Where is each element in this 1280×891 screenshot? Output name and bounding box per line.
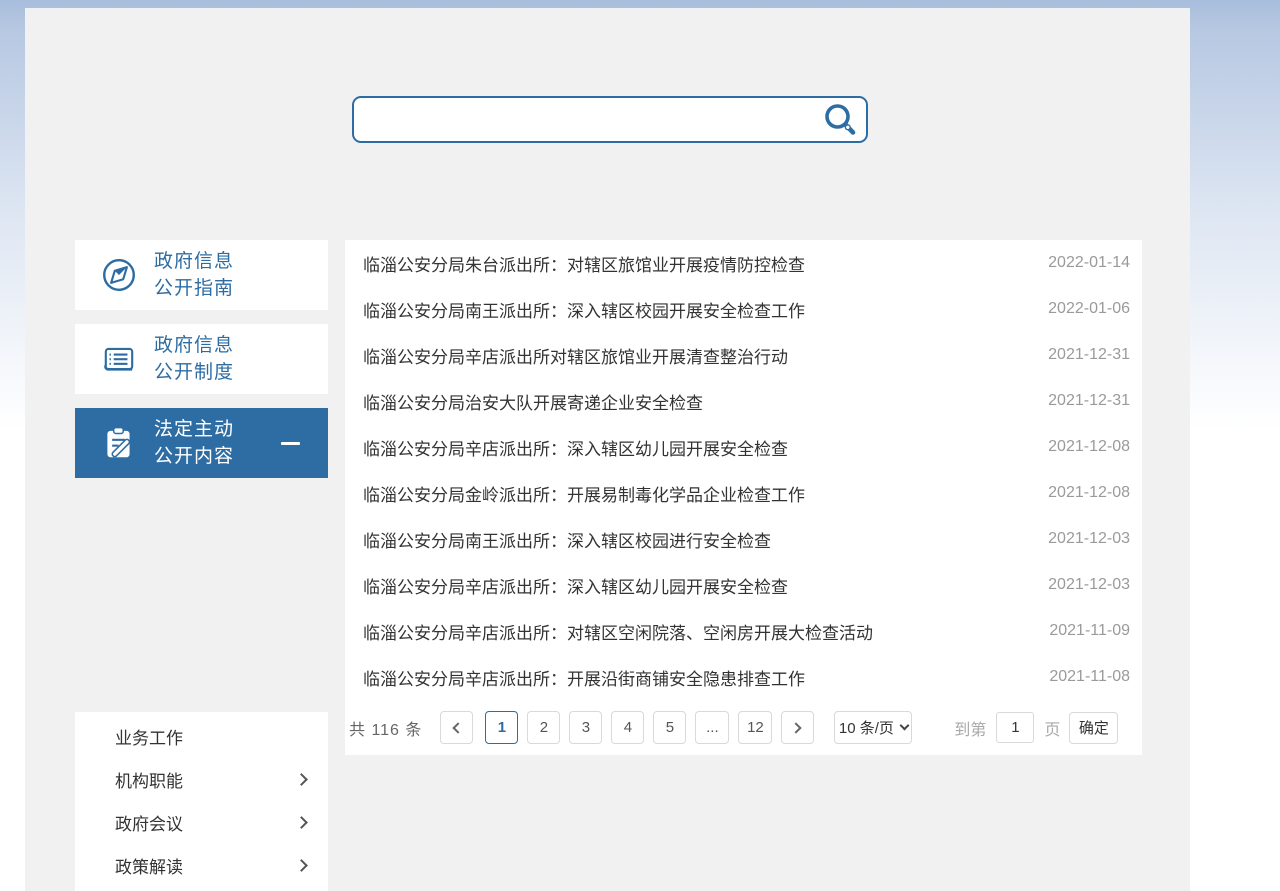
search-button[interactable] <box>814 98 866 141</box>
news-date: 2021-12-08 <box>1048 484 1130 502</box>
news-title[interactable]: 临淄公安分局金岭派出所：开展易制毒化学品企业检查工作 <box>363 481 805 506</box>
menu-item-gov-meetings[interactable]: 政府会议 <box>75 801 328 844</box>
news-row[interactable]: 临淄公安分局金岭派出所：开展易制毒化学品企业检查工作 2021-12-08 <box>345 470 1142 516</box>
sidebar-item-label: 政府信息 公开制度 <box>154 332 234 386</box>
news-row[interactable]: 临淄公安分局南王派出所：深入辖区校园开展安全检查工作 2022-01-06 <box>345 286 1142 332</box>
page-button-4[interactable]: 4 <box>611 711 644 744</box>
news-list: 临淄公安分局朱台派出所：对辖区旅馆业开展疫情防控检查 2022-01-14 临淄… <box>345 240 1142 755</box>
news-title[interactable]: 临淄公安分局朱台派出所：对辖区旅馆业开展疫情防控检查 <box>363 251 805 276</box>
news-row[interactable]: 临淄公安分局辛店派出所对辖区旅馆业开展清查整治行动 2021-12-31 <box>345 332 1142 378</box>
goto-page-suffix: 页 <box>1044 716 1060 740</box>
chevron-right-icon <box>791 722 802 733</box>
news-title[interactable]: 临淄公安分局辛店派出所：对辖区空闲院落、空闲房开展大检查活动 <box>363 619 873 644</box>
menu-item-label: 政府会议 <box>115 810 183 835</box>
news-title[interactable]: 临淄公安分局辛店派出所：深入辖区幼儿园开展安全检查 <box>363 435 788 460</box>
search-icon <box>822 102 858 138</box>
menu-item-major-decisions[interactable]: 重大行政决策 <box>75 887 328 891</box>
sidebar-item-label: 政府信息 公开指南 <box>154 248 234 302</box>
news-date: 2021-12-31 <box>1048 346 1130 364</box>
page-button-3[interactable]: 3 <box>569 711 602 744</box>
sidebar-item-label: 法定主动 公开内容 <box>154 416 234 470</box>
news-title[interactable]: 临淄公安分局辛店派出所：深入辖区幼儿园开展安全检查 <box>363 573 788 598</box>
pagination-bar: 共 116 条 1 2 3 4 5 ... 12 10 条/页 到第 页 确定 <box>345 700 1142 755</box>
chevron-right-icon <box>295 859 308 872</box>
news-row[interactable]: 临淄公安分局辛店派出所：对辖区空闲院落、空闲房开展大检查活动 2021-11-0… <box>345 608 1142 654</box>
news-title[interactable]: 临淄公安分局辛店派出所：开展沿街商铺安全隐患排查工作 <box>363 665 805 690</box>
news-title[interactable]: 临淄公安分局辛店派出所对辖区旅馆业开展清查整治行动 <box>363 343 788 368</box>
news-date: 2021-11-09 <box>1049 622 1130 640</box>
page-size-label: 10 条/页 <box>839 717 894 738</box>
news-row[interactable]: 临淄公安分局辛店派出所：深入辖区幼儿园开展安全检查 2021-12-03 <box>345 562 1142 608</box>
chevron-right-icon <box>295 773 308 786</box>
news-date: 2022-01-14 <box>1048 254 1130 272</box>
compass-icon <box>100 256 138 294</box>
menu-item-business-work[interactable]: 业务工作 <box>75 715 328 758</box>
news-row[interactable]: 临淄公安分局辛店派出所：深入辖区幼儿园开展安全检查 2021-12-08 <box>345 424 1142 470</box>
news-date: 2021-12-31 <box>1048 392 1130 410</box>
sidebar-item-open-system[interactable]: 政府信息 公开制度 <box>75 324 328 394</box>
search-input[interactable] <box>354 98 814 141</box>
menu-item-label: 政策解读 <box>115 853 183 878</box>
menu-item-org-functions[interactable]: 机构职能 <box>75 758 328 801</box>
chevron-down-icon <box>899 721 909 731</box>
news-title[interactable]: 临淄公安分局治安大队开展寄递企业安全检查 <box>363 389 703 414</box>
news-row[interactable]: 临淄公安分局南王派出所：深入辖区校园进行安全检查 2021-12-03 <box>345 516 1142 562</box>
news-date: 2021-11-08 <box>1049 668 1130 686</box>
chevron-right-icon <box>295 816 308 829</box>
news-date: 2021-12-03 <box>1048 576 1130 594</box>
page-button-1[interactable]: 1 <box>485 711 518 744</box>
collapse-minus-icon[interactable] <box>281 442 300 445</box>
confirm-button[interactable]: 确定 <box>1069 712 1118 744</box>
chevron-left-icon <box>453 722 464 733</box>
prev-page-button[interactable] <box>440 711 473 744</box>
content-panel: 政府信息 公开指南 政府信息 公开制度 <box>25 8 1190 891</box>
sidebar: 政府信息 公开指南 政府信息 公开制度 <box>75 240 328 492</box>
menu-item-label: 业务工作 <box>115 724 183 749</box>
page-button-12[interactable]: 12 <box>738 711 772 744</box>
menu-item-policy-interpretation[interactable]: 政策解读 <box>75 844 328 887</box>
news-row[interactable]: 临淄公安分局治安大队开展寄递企业安全检查 2021-12-31 <box>345 378 1142 424</box>
news-date: 2022-01-06 <box>1048 300 1130 318</box>
clipboard-pencil-icon <box>100 424 138 462</box>
news-title[interactable]: 临淄公安分局南王派出所：深入辖区校园开展安全检查工作 <box>363 297 805 322</box>
next-page-button[interactable] <box>781 711 814 744</box>
sidebar-item-open-guide[interactable]: 政府信息 公开指南 <box>75 240 328 310</box>
page-size-select[interactable]: 10 条/页 <box>834 711 912 744</box>
news-title[interactable]: 临淄公安分局南王派出所：深入辖区校园进行安全检查 <box>363 527 771 552</box>
sidebar-item-active-disclosure[interactable]: 法定主动 公开内容 <box>75 408 328 478</box>
search-box <box>352 96 868 143</box>
goto-page-prefix: 到第 <box>954 716 986 740</box>
news-date: 2021-12-08 <box>1048 438 1130 456</box>
news-row[interactable]: 临淄公安分局辛店派出所：开展沿街商铺安全隐患排查工作 2021-11-08 <box>345 654 1142 700</box>
news-row[interactable]: 临淄公安分局朱台派出所：对辖区旅馆业开展疫情防控检查 2022-01-14 <box>345 240 1142 286</box>
total-count-label: 共 116 条 <box>349 716 422 740</box>
page-ellipsis-button[interactable]: ... <box>695 711 729 744</box>
news-date: 2021-12-03 <box>1048 530 1130 548</box>
sidebar-menu: 业务工作 机构职能 政府会议 政策解读 重大行政决策 民生公益 <box>75 712 328 891</box>
document-icon <box>100 340 138 378</box>
goto-page-input[interactable] <box>996 712 1034 743</box>
page-button-2[interactable]: 2 <box>527 711 560 744</box>
menu-item-label: 机构职能 <box>115 767 183 792</box>
page-button-5[interactable]: 5 <box>653 711 686 744</box>
